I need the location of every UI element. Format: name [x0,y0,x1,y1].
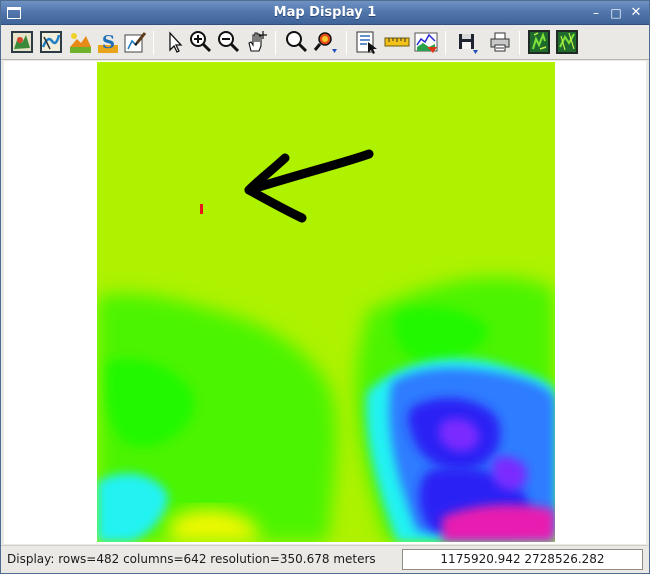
save-icon[interactable] [454,29,480,55]
zoom-options-icon[interactable] [312,29,338,55]
add-raster-map-icon[interactable] [9,29,35,55]
zoom-in-icon[interactable] [187,29,213,55]
maximize-button[interactable]: □ [607,4,625,22]
raster-map[interactable] [97,62,555,542]
add-vector-map-icon[interactable] [38,29,64,55]
measure-icon[interactable] [384,29,410,55]
draw-icon[interactable] [122,29,148,55]
zoom-out-icon[interactable] [215,29,241,55]
decoration-icon[interactable] [526,29,552,55]
title-bar[interactable]: Map Display 1 – □ ✕ [1,1,649,25]
toolbar-separator [346,31,347,55]
minimize-button[interactable]: – [587,4,605,22]
coordinates-field[interactable]: 1175920.942 2728526.282 [402,549,643,570]
map-canvas[interactable] [4,61,646,544]
svg-text:S: S [102,32,115,53]
status-bar: Display: rows=482 columns=642 resolution… [1,545,649,573]
location-marker [200,204,203,214]
profile-icon[interactable] [413,29,439,55]
map-toolbar: S [1,26,649,60]
window-title: Map Display 1 [273,5,377,20]
zoom-to-map-icon[interactable] [283,29,309,55]
toolbar-separator [445,31,446,55]
map-display-window: Map Display 1 – □ ✕ S Display: rows=482 … [0,0,650,574]
toolbar-separator [519,31,520,55]
toolbar-separator [275,31,276,55]
display-info-text: Display: rows=482 columns=642 resolution… [7,552,376,566]
toolbar-separator [153,31,154,55]
add-text-icon[interactable]: S [95,29,121,55]
pan-icon[interactable] [243,29,269,55]
map-extent-icon[interactable] [554,29,580,55]
add-overlay-icon[interactable] [67,29,93,55]
query-icon[interactable] [354,29,380,55]
close-button[interactable]: ✕ [627,4,645,22]
print-icon[interactable] [487,29,513,55]
pointer-icon[interactable] [161,29,187,55]
